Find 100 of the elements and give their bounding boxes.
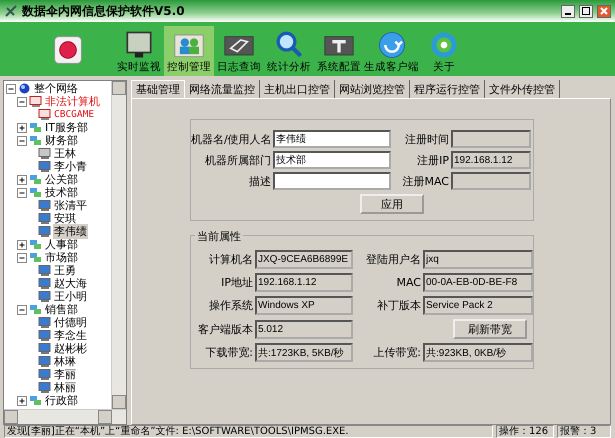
group-icon	[29, 395, 42, 406]
collapse-toggle[interactable]	[17, 252, 27, 262]
tree-item[interactable]: 安琪	[53, 211, 77, 226]
tab[interactable]: 文件外传控管	[485, 80, 560, 98]
collapse-toggle[interactable]	[17, 96, 27, 106]
tree-item[interactable]: 张清平	[53, 198, 88, 213]
toolbar-button[interactable]: 日志查询	[214, 26, 264, 76]
text-field[interactable]: 共:1723KB, 5KB/秒	[255, 343, 353, 362]
group-title: 当前属性	[195, 229, 243, 244]
apply-button[interactable]: 应用	[360, 194, 424, 214]
tree-item[interactable]: 销售部	[44, 302, 79, 317]
tree-item[interactable]: 非法计算机	[44, 94, 101, 109]
field-label: 机器名/使用人名	[191, 132, 273, 146]
field-label: 补丁版本	[376, 298, 422, 313]
tab[interactable]: 基础管理	[131, 80, 185, 98]
group-icon	[29, 187, 42, 198]
window-title: 数据伞内网信息保护软件V5.0	[22, 2, 185, 20]
text-field[interactable]: JXQ-9CEA6B6899E	[255, 250, 353, 269]
expand-toggle[interactable]	[17, 396, 27, 406]
tree-item[interactable]: IT服务部	[44, 120, 89, 135]
field-label: 操作系统	[208, 298, 254, 313]
tree-item[interactable]: 人事部	[44, 237, 79, 252]
group-icon	[29, 122, 42, 133]
text-field[interactable]: 李伟绩	[273, 130, 391, 148]
toolbar-button[interactable]: 控制管理	[164, 26, 214, 76]
group-icon	[29, 135, 42, 146]
expand-toggle[interactable]	[17, 122, 27, 132]
group-icon	[29, 304, 42, 315]
field-label: 描述	[248, 174, 272, 188]
toolbar-button[interactable]: 统计分析	[264, 26, 314, 76]
field-label: 上传带宽:	[372, 345, 422, 360]
tree-item[interactable]: 整个网络	[33, 81, 79, 96]
tree-item[interactable]: 付德明	[53, 315, 88, 330]
close-button[interactable]	[597, 4, 611, 18]
expand-toggle[interactable]	[17, 240, 27, 250]
toolbar-button[interactable]: 关于	[419, 26, 469, 76]
text-field[interactable]: 共:923KB, 0KB/秒	[423, 343, 533, 362]
tab[interactable]: 网络流量监控	[185, 80, 260, 98]
field-label: 计算机名	[208, 252, 254, 267]
collapse-toggle[interactable]	[6, 84, 16, 94]
tree-item[interactable]: 林丽	[53, 380, 77, 395]
operation-count: 操作：126	[496, 425, 554, 438]
tab[interactable]: 网站浏览控管	[335, 80, 410, 98]
vertical-scrollbar[interactable]	[111, 81, 126, 409]
text-field[interactable]: jxq	[423, 250, 533, 269]
tree-item[interactable]: 公关部	[44, 172, 79, 187]
group-icon	[29, 252, 42, 263]
text-field[interactable]: 192.168.1.12	[255, 273, 353, 292]
tree-item[interactable]: 王小明	[53, 289, 88, 304]
tab[interactable]: 主机出口控管	[260, 80, 335, 98]
globe-icon	[18, 83, 31, 94]
tree-item[interactable]: 王勇	[53, 263, 77, 278]
horizontal-scrollbar[interactable]	[4, 409, 126, 424]
tree-item[interactable]: 市场部	[44, 250, 79, 265]
text-field[interactable]	[273, 172, 391, 190]
tree-item[interactable]: 技术部	[44, 185, 79, 200]
tree-item[interactable]: CBCGAME	[53, 109, 96, 120]
group-icon	[29, 239, 42, 250]
record-icon	[53, 35, 83, 65]
tree-item[interactable]: 王林	[53, 146, 77, 161]
collapse-toggle[interactable]	[17, 188, 27, 198]
minimize-button[interactable]	[561, 4, 575, 18]
group-icon	[29, 174, 42, 185]
toolbar-button[interactable]: 生成客户端	[364, 26, 419, 76]
monitor-icon	[124, 30, 154, 60]
alarm-count: 报警：3	[557, 425, 611, 438]
tree-item[interactable]: 赵彬彬	[53, 341, 88, 356]
tree-item[interactable]: 李小青	[53, 159, 88, 174]
collapse-toggle[interactable]	[17, 304, 27, 314]
text-field[interactable]: Windows XP	[255, 296, 353, 315]
text-field[interactable]: 技术部	[273, 151, 391, 169]
app-icon	[4, 4, 18, 18]
field-label: IP地址	[220, 275, 254, 290]
tree-item[interactable]: 李伟绩	[53, 224, 88, 239]
field-label: 注册时间	[404, 132, 450, 146]
field-label: 客户端版本	[197, 322, 254, 336]
field-label: 下载带宽:	[204, 345, 254, 360]
tab[interactable]: 程序运行控管	[410, 80, 485, 98]
warning-computer-icon	[38, 109, 51, 120]
collapse-toggle[interactable]	[17, 136, 27, 146]
tree-item[interactable]: 李念生	[53, 328, 88, 343]
search-icon	[274, 30, 304, 60]
tree-item[interactable]: 李丽	[53, 367, 77, 382]
tree-item[interactable]: 赵大海	[53, 276, 88, 291]
text-field[interactable]: 5.012	[255, 320, 353, 338]
close-icon	[600, 7, 608, 15]
maximize-button[interactable]	[579, 4, 593, 18]
field-label: 登陆用户名	[365, 252, 422, 267]
text-field[interactable]: Service Pack 2	[423, 296, 533, 315]
status-message: 发现[李丽]正在“本机”上“重命名”文件: E:\SOFTWARE\TOOLS\IPMSG.EXE.	[4, 425, 493, 438]
text-field[interactable]: 00-0A-EB-0D-BE-F8	[423, 273, 533, 292]
toolbar-button[interactable]: 系统配置	[314, 26, 364, 76]
refresh-bandwidth-button[interactable]: 刷新带宽	[453, 319, 527, 339]
toolbar-button[interactable]: 实时监视	[114, 26, 164, 76]
field-label: 注册IP	[416, 152, 450, 168]
field-label: MAC	[395, 276, 422, 289]
expand-toggle[interactable]	[17, 174, 27, 184]
tree-item[interactable]: 财务部	[44, 133, 79, 148]
tree-item[interactable]: 林琳	[53, 354, 77, 369]
tree-item[interactable]: 行政部	[44, 393, 79, 408]
